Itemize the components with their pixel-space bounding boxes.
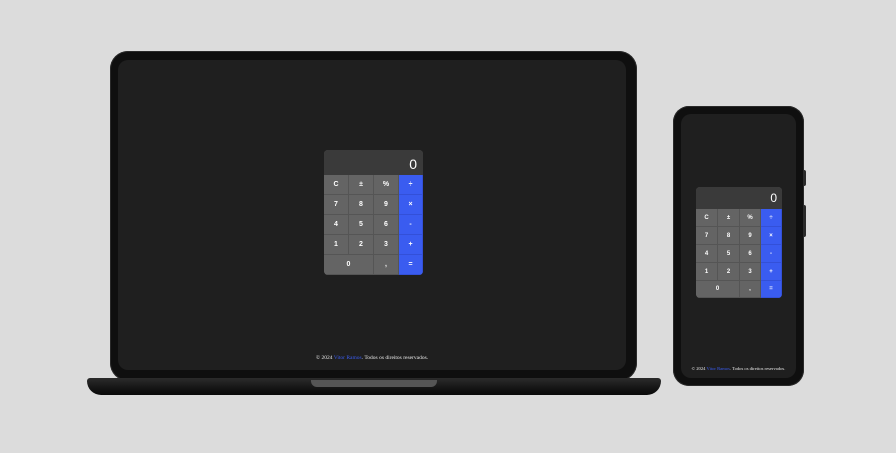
decimal-button[interactable]: , (374, 255, 399, 275)
multiply-button[interactable]: × (761, 227, 782, 245)
calculator-display: 0 (696, 187, 782, 209)
percent-button[interactable]: % (374, 175, 399, 195)
digit-5-button[interactable]: 5 (349, 215, 374, 235)
footer-author-link[interactable]: Vitor Ramos (334, 355, 362, 361)
footer-rights: . Todos os direitos reservados. (361, 355, 429, 361)
footer-rights: . Todos os direitos reservados. (729, 366, 786, 371)
phone-volume-button (803, 205, 806, 237)
laptop-trackpad-notch (311, 380, 437, 387)
percent-button[interactable]: % (740, 209, 761, 227)
equals-button[interactable]: = (399, 255, 423, 275)
calculator: 0 C ± % ÷ 7 8 9 × 4 5 6 - 1 2 3 + 0 , = (696, 187, 782, 298)
laptop-screen: 0 C ± % ÷ 7 8 9 × 4 5 6 - 1 2 3 + 0 , = … (118, 60, 626, 370)
clear-button[interactable]: C (324, 175, 349, 195)
digit-1-button[interactable]: 1 (696, 263, 718, 281)
digit-9-button[interactable]: 9 (374, 195, 399, 215)
add-button[interactable]: + (399, 235, 423, 255)
phone-side-button (803, 170, 806, 186)
digit-0-button[interactable]: 0 (696, 281, 740, 298)
digit-7-button[interactable]: 7 (324, 195, 349, 215)
divide-button[interactable]: ÷ (399, 175, 423, 195)
footer: © 2024 Vitor Ramos. Todos os direitos re… (681, 366, 796, 371)
phone-screen: 0 C ± % ÷ 7 8 9 × 4 5 6 - 1 2 3 + 0 , = … (681, 114, 796, 378)
calculator-display: 0 (324, 150, 423, 175)
digit-1-button[interactable]: 1 (324, 235, 349, 255)
subtract-button[interactable]: - (399, 215, 423, 235)
digit-8-button[interactable]: 8 (718, 227, 740, 245)
footer-copyright: © 2024 (691, 366, 706, 371)
footer: © 2024 Vitor Ramos. Todos os direitos re… (118, 355, 626, 361)
digit-5-button[interactable]: 5 (718, 245, 740, 263)
digit-4-button[interactable]: 4 (324, 215, 349, 235)
footer-copyright: © 2024 (315, 355, 333, 361)
clear-button[interactable]: C (696, 209, 718, 227)
calculator: 0 C ± % ÷ 7 8 9 × 4 5 6 - 1 2 3 + 0 , = (324, 150, 423, 275)
multiply-button[interactable]: × (399, 195, 423, 215)
digit-7-button[interactable]: 7 (696, 227, 718, 245)
digit-4-button[interactable]: 4 (696, 245, 718, 263)
sign-toggle-button[interactable]: ± (349, 175, 374, 195)
digit-8-button[interactable]: 8 (349, 195, 374, 215)
digit-3-button[interactable]: 3 (740, 263, 761, 281)
digit-9-button[interactable]: 9 (740, 227, 761, 245)
digit-2-button[interactable]: 2 (349, 235, 374, 255)
footer-author-link[interactable]: Vitor Ramos (707, 366, 730, 371)
add-button[interactable]: + (761, 263, 782, 281)
digit-6-button[interactable]: 6 (740, 245, 761, 263)
subtract-button[interactable]: - (761, 245, 782, 263)
digit-3-button[interactable]: 3 (374, 235, 399, 255)
decimal-button[interactable]: , (740, 281, 761, 298)
sign-toggle-button[interactable]: ± (718, 209, 740, 227)
digit-2-button[interactable]: 2 (718, 263, 740, 281)
equals-button[interactable]: = (761, 281, 782, 298)
digit-6-button[interactable]: 6 (374, 215, 399, 235)
digit-0-button[interactable]: 0 (324, 255, 374, 275)
divide-button[interactable]: ÷ (761, 209, 782, 227)
